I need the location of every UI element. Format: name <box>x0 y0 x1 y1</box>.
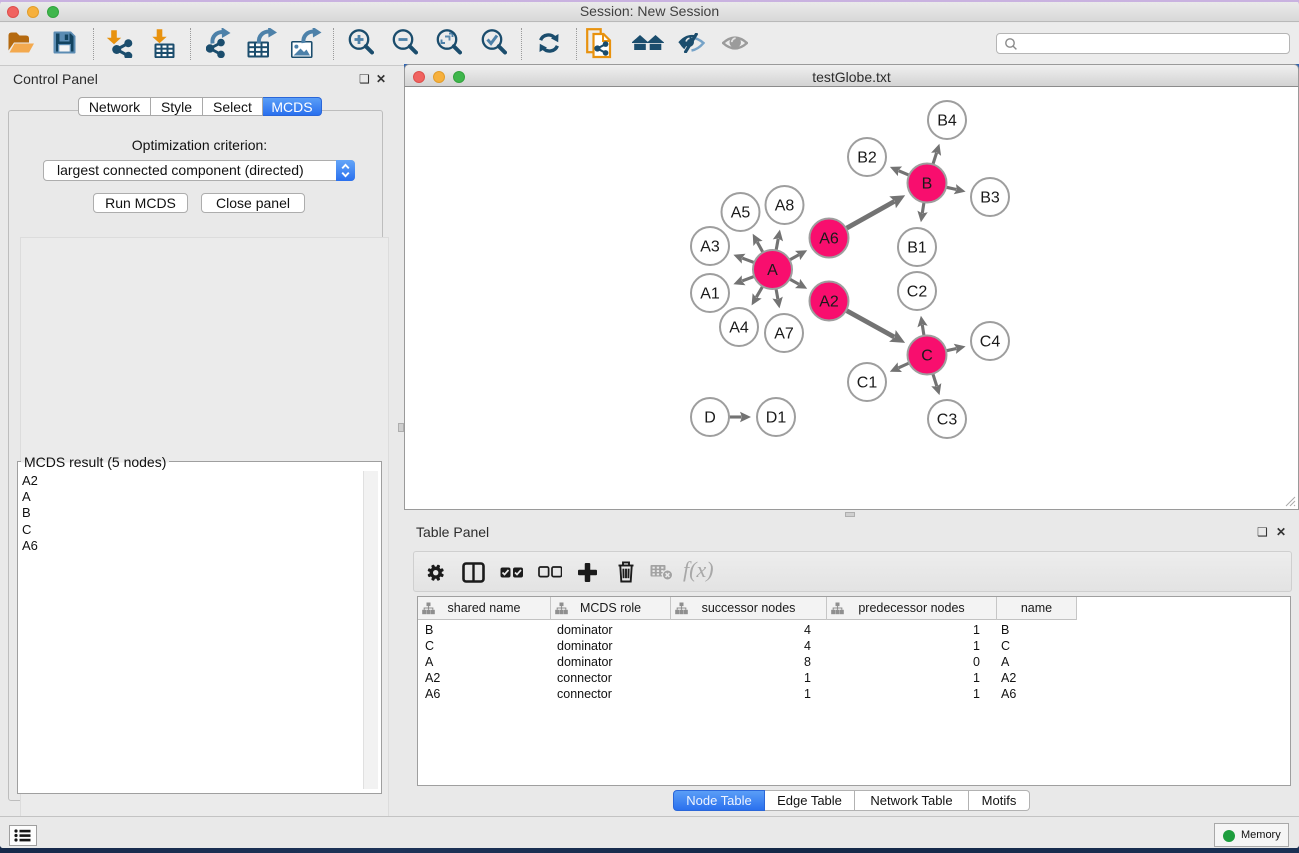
svg-text:A8: A8 <box>775 198 795 215</box>
svg-text:A6: A6 <box>819 231 839 248</box>
svg-text:A5: A5 <box>731 205 751 222</box>
svg-text:A: A <box>767 262 778 279</box>
svg-text:C3: C3 <box>937 412 958 429</box>
svg-text:D1: D1 <box>766 410 787 427</box>
svg-text:B2: B2 <box>857 150 877 167</box>
svg-text:B3: B3 <box>980 190 1000 207</box>
svg-text:A7: A7 <box>774 326 794 343</box>
svg-text:B4: B4 <box>937 113 957 130</box>
svg-text:B: B <box>922 176 933 193</box>
svg-text:C2: C2 <box>907 284 928 301</box>
svg-text:A3: A3 <box>700 239 720 256</box>
svg-text:A2: A2 <box>819 294 839 311</box>
svg-text:C4: C4 <box>980 334 1001 351</box>
svg-text:A1: A1 <box>700 286 720 303</box>
svg-text:C1: C1 <box>857 375 878 392</box>
svg-text:C: C <box>921 348 933 365</box>
svg-text:A4: A4 <box>729 320 749 337</box>
svg-text:D: D <box>704 410 716 427</box>
svg-text:B1: B1 <box>907 240 927 257</box>
